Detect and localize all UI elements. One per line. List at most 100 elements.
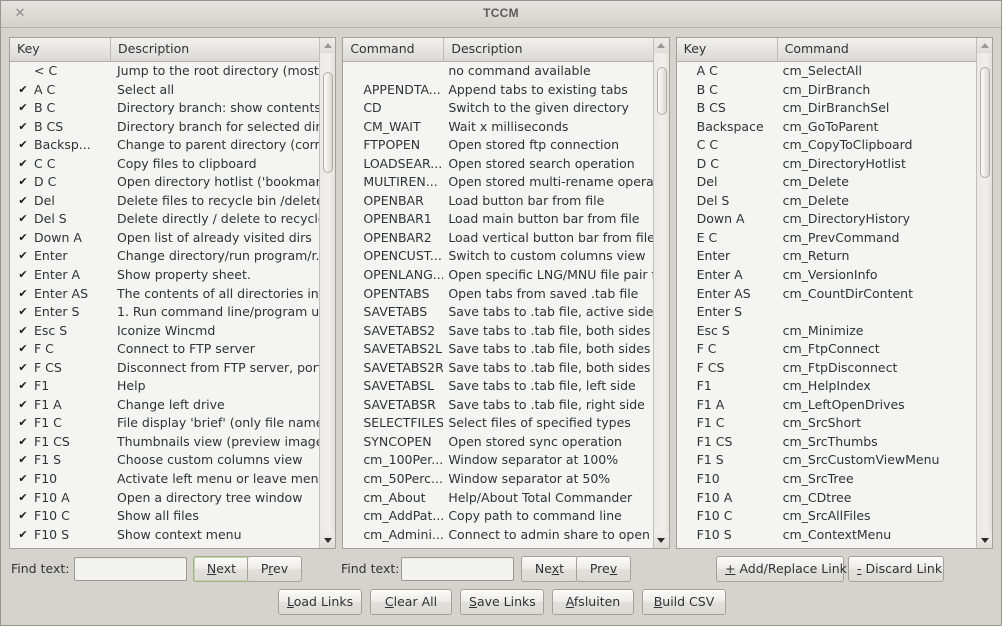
table-row[interactable]: SELECTFILES Select files of specified typ…: [343, 414, 668, 433]
table-row[interactable]: no command available: [343, 62, 668, 81]
table-row[interactable]: OPENLANG... Open specific LNG/MNU file pa…: [343, 266, 668, 285]
afsluiten-button[interactable]: Afsluiten: [552, 589, 634, 615]
table-row[interactable]: ✔ Down A Open list of already visited dirs: [10, 229, 335, 248]
table-row[interactable]: F1 C cm_SrcShort: [677, 414, 992, 433]
table-row[interactable]: Enter AS cm_CountDirContent: [677, 285, 992, 304]
scrollbar-thumb[interactable]: [980, 67, 991, 178]
table-row[interactable]: ✔ Enter S 1. Run command line/program u...: [10, 303, 335, 322]
table-row[interactable]: F1 S cm_SrcCustomViewMenu: [677, 451, 992, 470]
table-row[interactable]: SAVETABS2L Save tabs to .tab file, both s…: [343, 340, 668, 359]
table-row[interactable]: F10 S cm_ContextMenu: [677, 526, 992, 545]
scroll-up-icon[interactable]: [653, 38, 669, 53]
table-row[interactable]: OPENBAR1 Load main button bar from file: [343, 210, 668, 229]
table-row[interactable]: ✔ Enter AS The contents of all directories…: [10, 285, 335, 304]
keys-description-rows[interactable]: ✔ < C Jump to the root directory (most ...…: [10, 62, 336, 548]
table-row[interactable]: FTPOPEN Open stored ftp connection: [343, 136, 668, 155]
table-row[interactable]: ✔ C C Copy files to clipboard: [10, 155, 335, 174]
table-row[interactable]: B C cm_DirBranch: [677, 81, 992, 100]
table-row[interactable]: cm_About Help/About Total Commander: [343, 489, 668, 508]
column-header-key[interactable]: Key: [10, 38, 110, 61]
build-csv-button[interactable]: Build CSV: [642, 589, 726, 615]
clear-all-button[interactable]: Clear All: [370, 589, 452, 615]
table-row[interactable]: cm_100Per... Window separator at 100%: [343, 451, 668, 470]
scrollbar-thumb[interactable]: [323, 72, 334, 173]
table-row[interactable]: B CS cm_DirBranchSel: [677, 99, 992, 118]
load-links-button[interactable]: Load Links: [278, 589, 362, 615]
table-row[interactable]: ✔ < C Jump to the root directory (most ...: [10, 62, 335, 81]
table-row[interactable]: Esc S cm_Minimize: [677, 322, 992, 341]
column-header-command[interactable]: Command: [343, 38, 443, 61]
table-row[interactable]: ✔ F1 CS Thumbnails view (preview images): [10, 433, 335, 452]
table-row[interactable]: ✔ Esc S Iconize Wincmd: [10, 322, 335, 341]
table-row[interactable]: ✔ Backsp... Change to parent directory (co…: [10, 136, 335, 155]
links-scrollbar[interactable]: [976, 38, 993, 548]
table-row[interactable]: CM_WAIT Wait x milliseconds: [343, 118, 668, 137]
table-row[interactable]: F10 A cm_CDtree: [677, 489, 992, 508]
table-row[interactable]: cm_AddPat... Copy path to command line: [343, 507, 668, 526]
links-rows[interactable]: A C cm_SelectAll B C cm_DirBranch B CS cm_Dir…: [676, 62, 993, 548]
find-prev-button-right[interactable]: Prev: [576, 556, 631, 582]
scroll-down-icon[interactable]: [977, 533, 993, 548]
table-row[interactable]: SAVETABS2R Save tabs to .tab file, both s…: [343, 359, 668, 378]
table-row[interactable]: ✔ F1 A Change left drive: [10, 396, 335, 415]
table-row[interactable]: cm_50Perc... Window separator at 50%: [343, 470, 668, 489]
table-row[interactable]: ✔ Del S Delete directly / delete to recycl…: [10, 210, 335, 229]
scroll-down-icon[interactable]: [653, 533, 669, 548]
keys-description-scrollbar[interactable]: [319, 38, 336, 548]
column-header-link-command[interactable]: Command: [776, 38, 977, 61]
commands-scrollbar[interactable]: [652, 38, 669, 548]
scroll-up-icon[interactable]: [977, 38, 993, 53]
table-row[interactable]: F1 cm_HelpIndex: [677, 377, 992, 396]
table-row[interactable]: SAVETABS Save tabs to .tab file, active s…: [343, 303, 668, 322]
table-row[interactable]: Del S cm_Delete: [677, 192, 992, 211]
add-replace-link-button[interactable]: + Add/Replace Link: [716, 556, 847, 582]
table-row[interactable]: F10 C cm_SrcAllFiles: [677, 507, 992, 526]
table-row[interactable]: CD Switch to the given directory: [343, 99, 668, 118]
table-row[interactable]: ✔ F10 C Show all files: [10, 507, 335, 526]
table-row[interactable]: SAVETABS2 Save tabs to .tab file, both si…: [343, 322, 668, 341]
find-prev-button-left[interactable]: Prev: [247, 556, 302, 582]
table-row[interactable]: ✔ F1 S Choose custom columns view: [10, 451, 335, 470]
column-header-link-key[interactable]: Key: [677, 38, 777, 61]
table-row[interactable]: ✔ F10 S Show context menu: [10, 526, 335, 545]
find-next-button-left[interactable]: Next: [193, 556, 250, 582]
table-row[interactable]: ✔ A C Select all: [10, 81, 335, 100]
scrollbar-thumb[interactable]: [656, 67, 667, 116]
scroll-down-icon[interactable]: [320, 533, 336, 548]
table-row[interactable]: Down A cm_DirectoryHistory: [677, 210, 992, 229]
table-row[interactable]: LOADSEAR... Open stored search operation: [343, 155, 668, 174]
table-row[interactable]: F CS cm_FtpDisconnect: [677, 359, 992, 378]
table-row[interactable]: OPENTABS Open tabs from saved .tab file: [343, 285, 668, 304]
table-row[interactable]: MULTIREN... Open stored multi-rename oper…: [343, 173, 668, 192]
column-header-command-description[interactable]: Description: [443, 38, 655, 61]
table-row[interactable]: C C cm_CopyToClipboard: [677, 136, 992, 155]
table-row[interactable]: SAVETABSL Save tabs to .tab file, left si…: [343, 377, 668, 396]
table-row[interactable]: ✔ Enter Change directory/run program/r...: [10, 247, 335, 266]
table-row[interactable]: SAVETABSR Save tabs to .tab file, right s…: [343, 396, 668, 415]
find-next-button-right[interactable]: Next: [521, 556, 578, 582]
table-row[interactable]: cm_Admini... Connect to admin share to op…: [343, 526, 668, 545]
table-row[interactable]: ✔ B C Directory branch: show contents ...: [10, 99, 335, 118]
table-row[interactable]: ✔ F1 Help: [10, 377, 335, 396]
table-row[interactable]: ✔ B CS Directory branch for selected dire.…: [10, 118, 335, 137]
table-row[interactable]: ✔ F CS Disconnect from FTP server, port ..…: [10, 359, 335, 378]
table-row[interactable]: F10 cm_SrcTree: [677, 470, 992, 489]
table-row[interactable]: E C cm_PrevCommand: [677, 229, 992, 248]
table-row[interactable]: ✔ D C Open directory hotlist ('bookmark...: [10, 173, 335, 192]
table-row[interactable]: ✔ Enter A Show property sheet.: [10, 266, 335, 285]
table-row[interactable]: ✔ Del Delete files to recycle bin /delete …: [10, 192, 335, 211]
table-row[interactable]: Del cm_Delete: [677, 173, 992, 192]
table-row[interactable]: OPENCUST... Switch to custom columns view: [343, 247, 668, 266]
table-row[interactable]: Enter A cm_VersionInfo: [677, 266, 992, 285]
table-row[interactable]: OPENBAR2 Load vertical button bar from fi…: [343, 229, 668, 248]
table-row[interactable]: Backspace cm_GoToParent: [677, 118, 992, 137]
table-row[interactable]: ✔ F10 A Open a directory tree window: [10, 489, 335, 508]
table-row[interactable]: OPENBAR Load button bar from file: [343, 192, 668, 211]
table-row[interactable]: APPENDTA... Append tabs to existing tabs: [343, 81, 668, 100]
table-row[interactable]: Enter S: [677, 303, 992, 322]
table-row[interactable]: ✔ F10 Activate left menu or leave menu: [10, 470, 335, 489]
table-row[interactable]: F1 CS cm_SrcThumbs: [677, 433, 992, 452]
discard-link-button[interactable]: - Discard Link: [848, 556, 944, 582]
search-input-right[interactable]: [401, 557, 514, 581]
save-links-button[interactable]: Save Links: [460, 589, 544, 615]
